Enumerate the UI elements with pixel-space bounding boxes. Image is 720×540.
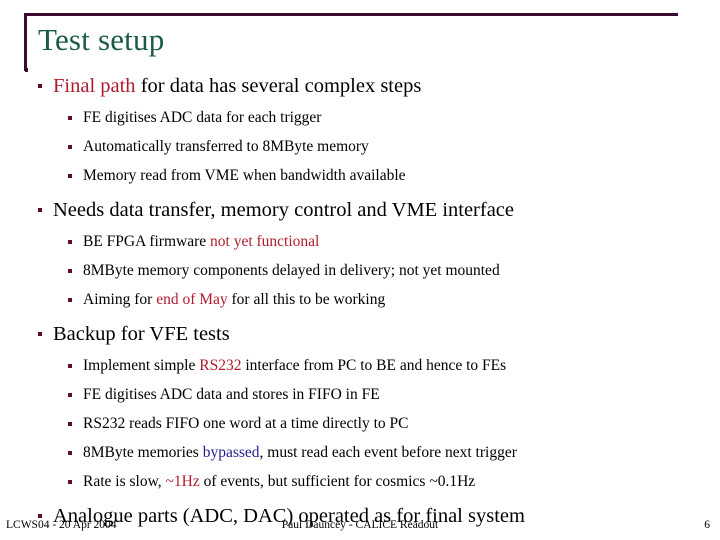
sub-bullet-text: FE digitises ADC data and stores in FIFO… (83, 386, 380, 403)
sub-bullet-marker-icon (68, 298, 72, 302)
bullet-level1-final-path: Final path for data has several complex … (0, 71, 720, 101)
sub-bullet-marker-icon (68, 393, 72, 397)
sub-bullet-text: Aiming for (83, 291, 157, 308)
sub-bullet-text: Implement simple (83, 357, 200, 374)
footer-page-number: 6 (704, 519, 710, 531)
sub-bullet-text: Memory read from VME when bandwidth avai… (83, 167, 406, 184)
sub-bullet-memories-bypassed: 8MByte memories bypassed, must read each… (0, 438, 720, 467)
sub-bullet-rate-is-slow: Rate is slow, ~1Hz of events, but suffic… (0, 467, 720, 496)
sub-bullet-marker-icon (68, 480, 72, 484)
sub-bullet-text: 8MByte memory components delayed in deli… (83, 262, 500, 279)
sub-bullet-rs232-reads-fifo: RS232 reads FIFO one word at a time dire… (0, 409, 720, 438)
sub-bullet-text: 8MByte memories (83, 444, 203, 461)
sub-bullet-text: Rate is slow, (83, 473, 166, 490)
sub-bullet-marker-icon (68, 116, 72, 120)
slide: Test setup Final path for data has sever… (0, 0, 720, 540)
bullet-level1-backup-vfe-tests: Backup for VFE tests (0, 319, 720, 349)
sub-bullet-text-tail: for all this to be working (227, 291, 386, 308)
sub-bullet-marker-icon (68, 240, 72, 244)
sub-bullet-marker-icon (68, 269, 72, 273)
bullet-group-3: Backup for VFE tests Implement simple RS… (0, 319, 720, 496)
sub-bullet-marker-icon (68, 174, 72, 178)
footer-author-title: Paul Dauncey - CALICE Readout (281, 519, 439, 531)
sub-bullet-text: BE FPGA firmware (83, 233, 211, 250)
sub-bullet-aiming-end-of-may: Aiming for end of May for all this to be… (0, 285, 720, 314)
bullet-text: Backup for VFE tests (53, 323, 230, 345)
sub-bullet-text-tail: , must read each event before next trigg… (259, 444, 517, 461)
sub-bullet-text-tail: of events, but sufficient for cosmics ~0… (199, 473, 476, 490)
sub-bullet-accent-text: not yet functional (210, 233, 320, 250)
sub-bullet-marker-icon (68, 364, 72, 368)
sub-bullet-list-2: BE FPGA firmware not yet functional 8MBy… (0, 227, 720, 314)
sub-bullet-accent-text: RS232 (199, 357, 242, 374)
bullet-marker-icon (38, 84, 42, 88)
sub-bullet-8mbyte-delayed: 8MByte memory components delayed in deli… (0, 256, 720, 285)
sub-bullet-accent-text: end of May (156, 291, 228, 308)
sub-bullet-list-1: FE digitises ADC data for each trigger A… (0, 103, 720, 190)
sub-bullet-memory-read-vme: Memory read from VME when bandwidth avai… (0, 161, 720, 190)
title-rule-vertical (24, 13, 27, 71)
sub-bullet-marker-icon (68, 145, 72, 149)
title-rule-horizontal (24, 13, 678, 16)
sub-bullet-text: RS232 reads FIFO one word at a time dire… (83, 415, 409, 432)
sub-bullet-fe-digitises-fifo: FE digitises ADC data and stores in FIFO… (0, 380, 720, 409)
bullet-group-2: Needs data transfer, memory control and … (0, 195, 720, 314)
sub-bullet-text: FE digitises ADC data for each trigger (83, 109, 322, 126)
page-title: Test setup (38, 22, 165, 57)
sub-bullet-marker-icon (68, 451, 72, 455)
bullet-text: Needs data transfer, memory control and … (53, 199, 515, 221)
sub-bullet-auto-transfer: Automatically transferred to 8MByte memo… (0, 132, 720, 161)
sub-bullet-accent-text: bypassed (202, 444, 260, 461)
sub-bullet-accent-text: ~1Hz (165, 473, 200, 490)
slide-footer: LCWS04 - 20 Apr 2004 Paul Dauncey - CALI… (0, 518, 720, 538)
bullet-text: for data has several complex steps (135, 75, 422, 97)
sub-bullet-list-3: Implement simple RS232 interface from PC… (0, 351, 720, 496)
sub-bullet-fe-digitises: FE digitises ADC data for each trigger (0, 103, 720, 132)
sub-bullet-implement-rs232: Implement simple RS232 interface from PC… (0, 351, 720, 380)
bullet-accent-text: Final path (53, 75, 136, 97)
bullet-marker-icon (38, 208, 42, 212)
bullet-group-1: Final path for data has several complex … (0, 71, 720, 190)
bullet-level1-needs-data-transfer: Needs data transfer, memory control and … (0, 195, 720, 225)
sub-bullet-be-fpga-firmware: BE FPGA firmware not yet functional (0, 227, 720, 256)
sub-bullet-text: Automatically transferred to 8MByte memo… (83, 138, 369, 155)
slide-body: Final path for data has several complex … (0, 71, 720, 531)
sub-bullet-text-tail: interface from PC to BE and hence to FEs (241, 357, 507, 374)
bullet-marker-icon (38, 332, 42, 336)
sub-bullet-marker-icon (68, 422, 72, 426)
